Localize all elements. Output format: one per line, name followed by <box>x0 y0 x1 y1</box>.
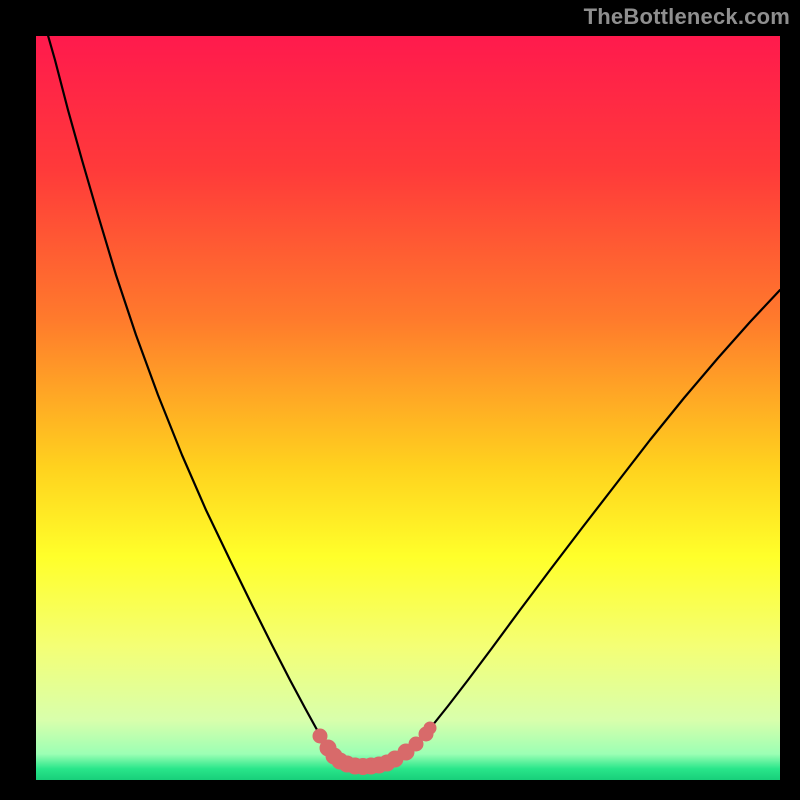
chart-svg <box>0 0 800 800</box>
watermark-label: TheBottleneck.com <box>584 4 790 30</box>
plot-frame <box>780 0 800 800</box>
plot-frame <box>0 780 800 800</box>
plot-background <box>36 36 780 780</box>
plot-frame <box>0 0 36 800</box>
chart-container: TheBottleneck.com <box>0 0 800 800</box>
curve-marker <box>424 722 436 734</box>
